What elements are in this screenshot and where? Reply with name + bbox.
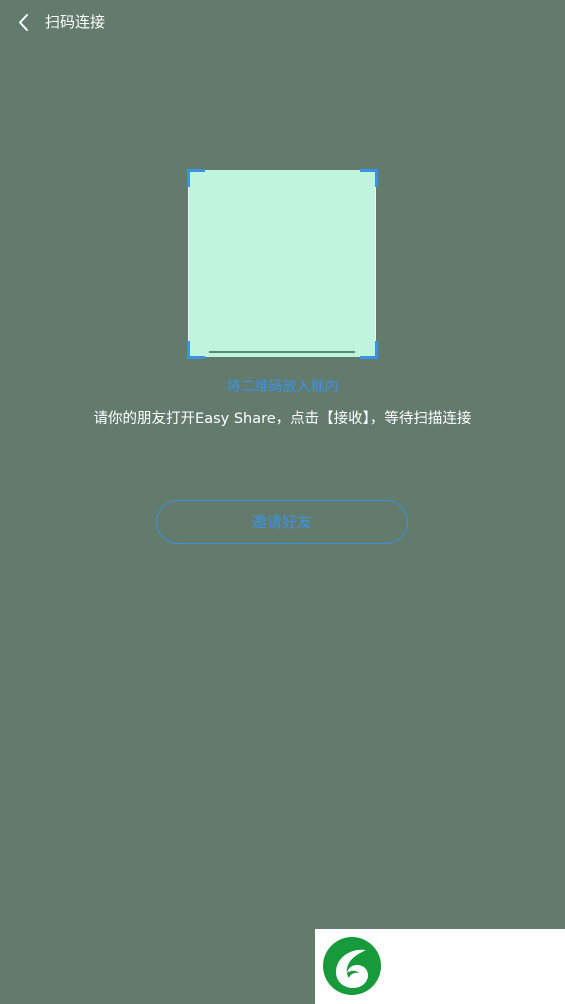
- scan-line: [209, 351, 355, 353]
- back-button[interactable]: [12, 11, 36, 35]
- chevron-left-icon: [19, 14, 28, 31]
- scan-corner-bottom-right: [360, 341, 378, 359]
- qr-scan-frame: [187, 169, 378, 359]
- scan-corner-top-right: [360, 169, 378, 187]
- scan-instruction: 请你的朋友打开Easy Share，点击【接收】，等待扫描连接: [93, 411, 472, 427]
- scan-corner-bottom-left: [187, 341, 205, 359]
- page-title: 扫码连接: [45, 13, 106, 31]
- header-bar: 扫码连接: [0, 0, 565, 46]
- scan-hint: 将二维码放入框内: [226, 379, 339, 395]
- leaf-logo-icon: [323, 937, 381, 995]
- scan-corner-top-left: [187, 169, 205, 187]
- qr-scan-area: [188, 170, 376, 357]
- watermark-badge: [315, 929, 565, 1004]
- invite-friend-button[interactable]: 邀请好友: [156, 500, 408, 544]
